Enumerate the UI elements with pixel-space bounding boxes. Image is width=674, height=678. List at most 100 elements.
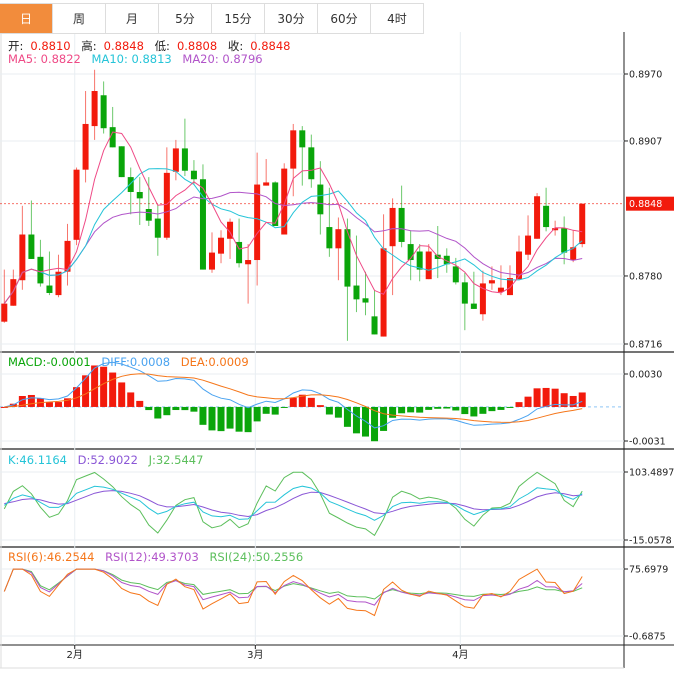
candle <box>371 289 378 335</box>
rsi6-value: RSI(6):46.2544 <box>8 550 95 564</box>
candle <box>73 167 80 246</box>
macd-bar <box>91 365 99 407</box>
ma5-value: MA5: 0.8822 <box>8 52 81 66</box>
high-value: 0.8848 <box>103 39 144 53</box>
macd-bar <box>380 406 388 431</box>
candle-body <box>579 203 586 245</box>
candle-body <box>46 285 53 293</box>
macd-bar <box>461 406 469 415</box>
candle <box>543 187 550 232</box>
macd-bar <box>172 406 180 411</box>
candle-body <box>28 234 35 259</box>
tab-6[interactable]: 60分 <box>318 4 371 33</box>
candle <box>335 217 342 281</box>
macd-bar <box>163 406 171 416</box>
macd-bar <box>407 406 415 413</box>
macd-bar <box>334 406 342 418</box>
rsi-legend: RSI(6):46.2544 RSI(12):49.3703 RSI(24):5… <box>8 550 310 564</box>
tab-0[interactable]: 日 <box>0 4 53 33</box>
y-tick-label: 75.6979 <box>629 565 668 576</box>
macd-bar <box>127 392 135 407</box>
candle-body <box>218 237 225 254</box>
month-label: 2月 <box>67 649 83 661</box>
close-label: 收: <box>227 39 244 53</box>
tab-5[interactable]: 30分 <box>265 4 318 33</box>
candle-body <box>172 148 179 172</box>
candle <box>470 271 477 309</box>
macd-bar <box>145 406 153 411</box>
candle-body <box>326 227 333 249</box>
macd-bar <box>136 400 144 407</box>
y-tick-label: 0.8716 <box>629 340 662 351</box>
candle-body <box>488 280 495 284</box>
macd-bar <box>208 406 216 431</box>
candle <box>172 139 179 181</box>
candle-body <box>308 147 315 180</box>
tab-3[interactable]: 5分 <box>159 4 212 33</box>
low-value: 0.8808 <box>176 39 218 53</box>
candle <box>163 147 170 240</box>
candle <box>82 91 89 183</box>
j-line <box>3 471 583 537</box>
macd-bar <box>307 397 315 407</box>
candle <box>91 69 98 140</box>
y-tick-label: 0.0030 <box>629 370 662 381</box>
candle-body <box>561 228 568 253</box>
tab-7[interactable]: 4时 <box>371 4 424 33</box>
candle <box>154 204 161 256</box>
candle-body <box>380 248 387 337</box>
candle <box>263 159 270 186</box>
macd-bar <box>452 406 460 411</box>
y-tick-label: 103.4897 <box>629 468 674 479</box>
candle-body <box>127 177 134 192</box>
macd-bar <box>199 406 207 425</box>
candle-body <box>263 182 270 186</box>
macd-bar <box>389 406 397 418</box>
macd-bar <box>325 406 333 415</box>
candle <box>37 239 44 287</box>
rsi12-value: RSI(12):49.3703 <box>105 550 199 564</box>
candle-body <box>154 218 161 238</box>
macd-bar <box>578 392 586 407</box>
candle <box>245 244 252 304</box>
rsi6-line <box>3 568 583 617</box>
tab-4[interactable]: 15分 <box>212 4 265 33</box>
macd-bar <box>479 406 487 414</box>
open-value: 0.8810 <box>30 39 71 53</box>
candle-body <box>452 266 459 283</box>
rsi12-line <box>3 568 583 606</box>
macd-bar <box>244 406 252 433</box>
candle <box>227 218 234 259</box>
candle-body <box>543 205 550 228</box>
candle <box>190 160 197 185</box>
candle-body <box>10 279 17 306</box>
macd-bar <box>118 382 126 407</box>
month-label: 4月 <box>452 649 468 661</box>
candle <box>55 254 62 298</box>
candle-body <box>118 146 125 178</box>
candle-body <box>335 229 342 249</box>
candle-body <box>245 260 252 265</box>
k-line <box>3 485 583 521</box>
macd-bar <box>352 406 360 434</box>
j-value: J:32.5447 <box>148 453 204 467</box>
dea-value: DEA:0.0009 <box>180 355 249 369</box>
candle <box>534 193 541 239</box>
tab-2[interactable]: 月 <box>106 4 159 33</box>
candle-body <box>181 148 188 171</box>
chart-canvas[interactable]: 2月 3月 4月 0.8970 0.8907 0.8780 0.8716 0.0030 -0.0… <box>0 0 674 678</box>
macd-bar <box>443 406 451 409</box>
close-value: 0.8848 <box>250 39 291 53</box>
candle-body <box>398 207 405 242</box>
candle-body <box>82 123 89 170</box>
candle-body <box>163 172 170 238</box>
tab-1[interactable]: 周 <box>53 4 106 33</box>
candle-body <box>416 251 423 270</box>
candle <box>525 215 532 261</box>
candle-body <box>470 303 477 309</box>
ma20-value: MA20: 0.8796 <box>182 52 263 66</box>
macd-bar <box>506 406 514 408</box>
candle-body <box>362 298 369 303</box>
candle <box>1 269 8 323</box>
macd-bar <box>470 406 478 417</box>
